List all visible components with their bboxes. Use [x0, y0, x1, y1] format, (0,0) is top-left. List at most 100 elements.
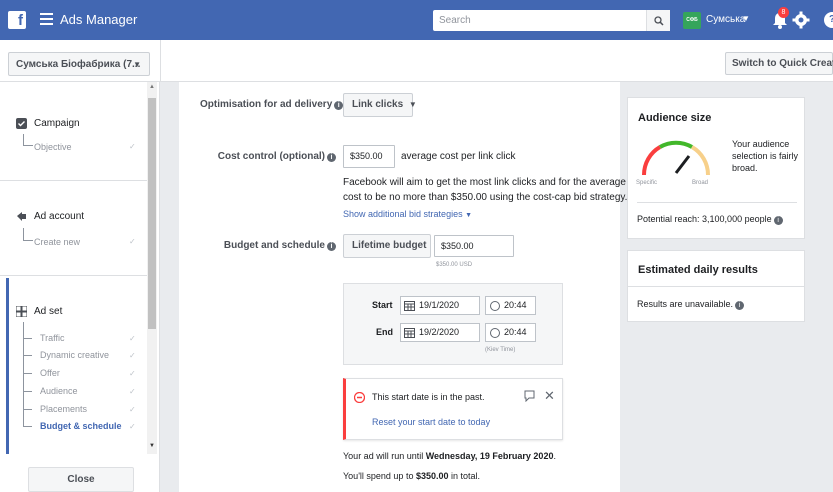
audience-size-title: Audience size	[638, 112, 712, 124]
close-icon[interactable]: ✕	[544, 388, 555, 404]
top-navigation-bar: f Ads Manager СФБ Сумська ▼ 8 ?	[0, 0, 833, 40]
check-icon: ✓	[129, 334, 136, 343]
budget-schedule-label: Budget and schedule i	[200, 240, 336, 251]
audience-size-card: Audience size Specific Broad Your audien…	[627, 97, 805, 239]
optimisation-label-text: Optimisation for ad delivery	[200, 99, 333, 110]
search-button[interactable]	[646, 10, 670, 31]
cost-help-text-line2: cost to be no more than $350.00 using th…	[343, 192, 628, 203]
budget-amount-input[interactable]: $350.00	[434, 235, 514, 257]
optimisation-dropdown[interactable]: Link clicks ▼	[343, 93, 417, 117]
sidebar-item-ad-account[interactable]: Ad account	[16, 211, 84, 222]
show-bid-strategies-link[interactable]: Show additional bid strategies ▼	[343, 209, 472, 219]
estimated-daily-results-title: Estimated daily results	[638, 264, 758, 276]
check-icon: ✓	[129, 351, 136, 360]
cost-control-input[interactable]: $350.00	[343, 145, 395, 168]
info-icon[interactable]: i	[773, 216, 783, 225]
run-until-date: Wednesday, 19 February 2020	[425, 451, 554, 461]
calendar-icon	[404, 301, 415, 311]
sidebar-item-campaign[interactable]: Campaign	[16, 118, 80, 129]
spend-prefix: You'll spend up to	[343, 471, 416, 481]
tree-connector	[23, 228, 33, 241]
estimated-daily-results-card: Estimated daily results Results are unav…	[627, 250, 805, 322]
sidebar-item-ad-account-label: Ad account	[34, 211, 85, 222]
tree-tick	[23, 355, 32, 356]
check-icon: ✓	[129, 405, 136, 414]
chevron-down-icon: ▼	[465, 212, 473, 219]
budget-type-value: Lifetime budget	[352, 240, 427, 251]
search-box	[433, 10, 670, 31]
tree-tick	[23, 426, 32, 427]
scroll-up-arrow-icon[interactable]: ▲	[149, 84, 155, 90]
sidebar-item-dynamic-creative[interactable]: Dynamic creative	[40, 350, 109, 360]
spend-amount: $350.00	[415, 471, 449, 481]
start-time-input[interactable]: 20:44	[485, 296, 536, 315]
tree-connector	[23, 134, 33, 146]
potential-reach: Potential reach: 3,100,000 people i	[637, 214, 783, 225]
info-icon[interactable]: i	[735, 301, 745, 310]
audience-description-line2: selection is fairly	[732, 151, 799, 161]
end-time-input[interactable]: 20:44	[485, 323, 536, 342]
alert-message: This start date is in the past.	[372, 392, 485, 402]
gauge-specific-label: Specific	[636, 180, 658, 186]
ad-account-selector[interactable]: Сумська Біофабрика (7... ▼	[8, 52, 150, 76]
daily-results-text: Results are unavailable.	[637, 299, 734, 309]
sidebar-item-placements[interactable]: Placements	[40, 404, 87, 414]
sidebar-item-ad-set-label: Ad set	[34, 306, 63, 317]
sidebar-item-budget-schedule[interactable]: Budget & schedule	[40, 421, 122, 431]
app-title[interactable]: Ads Manager	[60, 12, 137, 27]
feedback-icon[interactable]	[524, 390, 535, 402]
cost-help-text-line1: Facebook will aim to get the most link c…	[343, 177, 626, 188]
start-label: Start	[372, 300, 393, 310]
error-icon	[354, 392, 365, 403]
sidebar-item-ad-set[interactable]: Ad set	[16, 306, 62, 317]
gear-icon[interactable]	[792, 11, 810, 29]
sidebar-item-traffic[interactable]: Traffic	[40, 333, 65, 343]
sidebar-item-offer[interactable]: Offer	[40, 368, 60, 378]
search-input[interactable]	[433, 10, 643, 31]
account-avatar[interactable]: СФБ	[683, 12, 701, 29]
scroll-down-arrow-icon[interactable]: ▼	[149, 443, 155, 449]
daily-results-message: Results are unavailable. i	[637, 299, 745, 310]
ad-account-selector-label: Сумська Біофабрика (7...	[16, 59, 141, 70]
clock-icon	[490, 328, 500, 338]
help-icon[interactable]: ?	[824, 12, 833, 28]
sidebar-item-create-new[interactable]: Create new	[34, 237, 80, 247]
sidebar-divider	[0, 180, 147, 181]
sidebar-item-audience[interactable]: Audience	[40, 386, 78, 396]
hamburger-menu-icon[interactable]	[40, 13, 53, 25]
audience-description: Your audience selection is fairly broad.	[732, 138, 798, 174]
notification-badge: 8	[778, 7, 789, 18]
potential-reach-text: Potential reach: 3,100,000 people	[637, 214, 772, 224]
budget-usd-note: $350.00 USD	[436, 262, 473, 268]
sidebar-scrollbar-thumb[interactable]	[148, 98, 156, 329]
close-button[interactable]: Close	[28, 467, 134, 492]
sidebar-item-objective[interactable]: Objective	[34, 142, 72, 152]
info-icon[interactable]: i	[327, 242, 336, 251]
facebook-logo-icon[interactable]: f	[8, 11, 26, 29]
tree-tick	[23, 373, 32, 374]
switch-to-quick-creation-button[interactable]: Switch to Quick Creation	[725, 52, 833, 75]
audience-description-line1: Your audience	[732, 139, 790, 149]
audience-description-line3: broad.	[732, 163, 758, 173]
sidebar-divider	[0, 275, 147, 276]
budget-type-dropdown[interactable]: Lifetime budget ▼	[343, 234, 440, 258]
toolbar-divider	[160, 40, 161, 82]
reset-start-date-link[interactable]: Reset your start date to today	[372, 417, 490, 427]
start-date-input[interactable]: 19/1/2020	[400, 296, 480, 315]
account-caret-icon[interactable]: ▼	[742, 14, 750, 23]
start-time-value: 20:44	[504, 300, 527, 310]
run-until-suffix: .	[553, 451, 556, 461]
tree-tick	[23, 409, 32, 410]
megaphone-icon	[17, 212, 26, 221]
tree-tick	[23, 391, 32, 392]
cost-control-label: Cost control (optional) i	[200, 151, 336, 162]
search-icon	[653, 15, 664, 26]
start-date-value: 19/1/2020	[419, 300, 460, 310]
info-icon[interactable]: i	[327, 153, 336, 162]
show-bid-strategies-label: Show additional bid strategies	[343, 209, 463, 219]
card-divider	[637, 202, 797, 203]
calendar-icon	[404, 328, 415, 338]
start-date-alert	[343, 378, 563, 440]
end-date-input[interactable]: 19/2/2020	[400, 323, 480, 342]
account-name[interactable]: Сумська	[706, 14, 745, 25]
